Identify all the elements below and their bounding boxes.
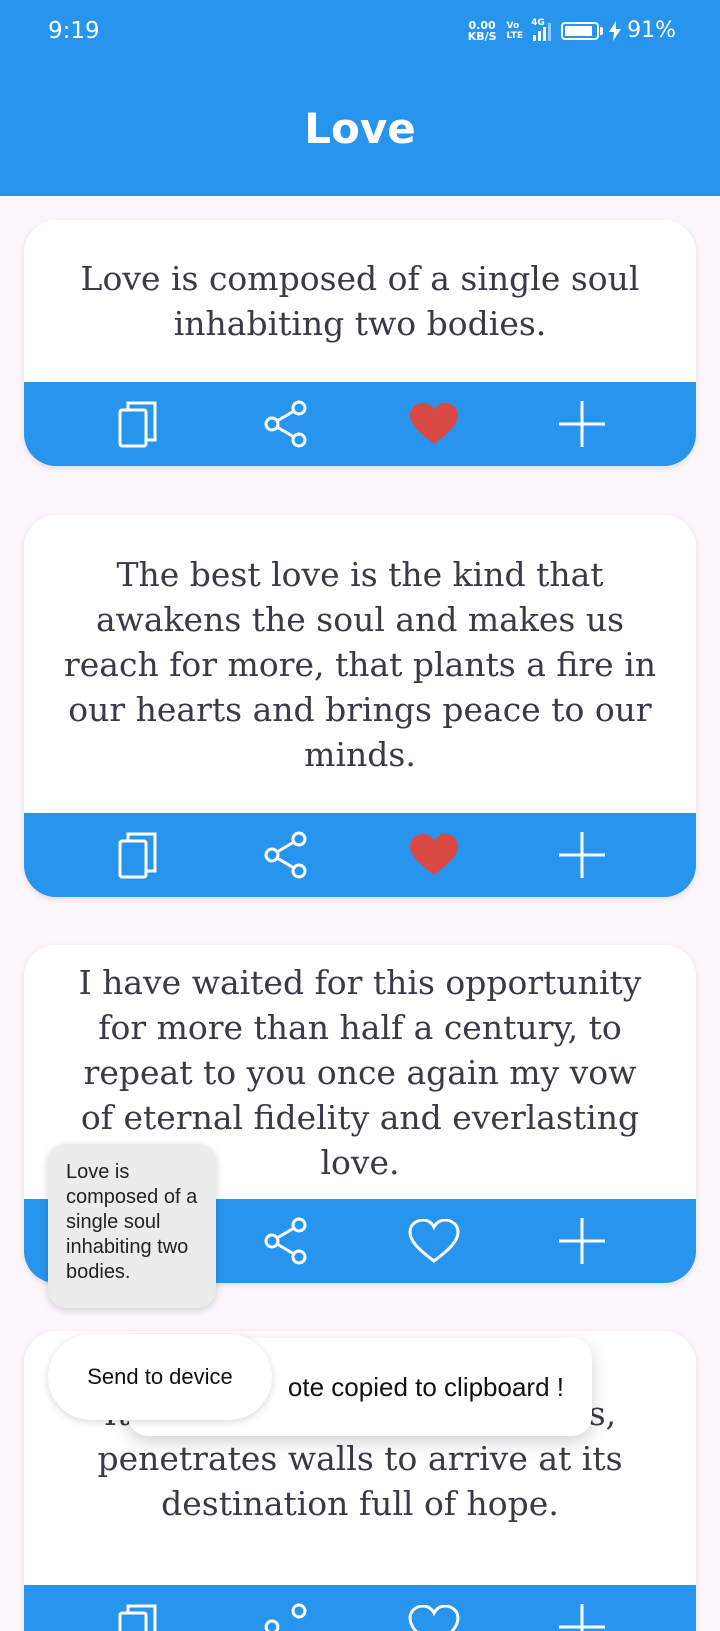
send-to-device-button[interactable]: Send to device [48, 1334, 272, 1420]
heart-outline-icon [408, 1605, 460, 1631]
plus-icon [559, 832, 605, 878]
plus-icon [559, 1604, 605, 1631]
copy-button[interactable] [104, 1593, 172, 1631]
plus-icon [559, 1218, 605, 1264]
add-button[interactable] [548, 390, 616, 458]
quote-text: The best love is the kind that awakens t… [64, 554, 657, 774]
volte-icon: Vo LTE [506, 20, 524, 41]
net-speed-indicator: 0.00 KB/S [467, 18, 497, 43]
page-title: Love [304, 104, 416, 153]
share-icon [264, 831, 307, 879]
quote-card: Love is composed of a single soul inhabi… [24, 220, 696, 466]
status-icons: 0.00 KB/S Vo LTE 4G 91% [467, 18, 676, 44]
plus-icon [559, 401, 605, 447]
quote-action-bar [24, 813, 696, 897]
app-bar: Love [0, 66, 720, 196]
status-time: 9:19 [48, 18, 100, 44]
quote-action-bar [24, 382, 696, 466]
add-button[interactable] [548, 821, 616, 889]
share-button[interactable] [252, 1593, 320, 1631]
copy-icon [118, 1604, 157, 1631]
quote-action-bar [24, 1585, 696, 1631]
favorite-button[interactable] [400, 1207, 468, 1275]
copy-button[interactable] [104, 821, 172, 889]
copy-icon [118, 832, 157, 879]
share-icon [264, 400, 307, 448]
add-button[interactable] [548, 1207, 616, 1275]
battery-percent: 91% [627, 18, 676, 43]
share-button[interactable] [252, 821, 320, 889]
status-bar: 9:19 0.00 KB/S Vo LTE 4G 91% [0, 0, 720, 66]
signal-icon: 4G [531, 18, 552, 41]
share-icon [264, 1217, 307, 1265]
favorite-button[interactable] [400, 1593, 468, 1631]
clipboard-preview-popup[interactable]: Love is composed of a single soul inhabi… [48, 1144, 216, 1308]
share-button[interactable] [252, 1207, 320, 1275]
battery-icon [561, 21, 600, 40]
copy-button[interactable] [104, 390, 172, 458]
add-button[interactable] [548, 1593, 616, 1631]
share-button[interactable] [252, 390, 320, 458]
quote-text: Love is composed of a single soul inhabi… [80, 259, 640, 343]
heart-icon [410, 834, 458, 875]
favorite-button[interactable] [400, 821, 468, 889]
charging-icon [609, 20, 622, 41]
quote-card: The best love is the kind that awakens t… [24, 515, 696, 897]
heart-outline-icon [408, 1219, 460, 1263]
battery-indicator: 91% [561, 18, 676, 43]
favorite-button[interactable] [400, 390, 468, 458]
copy-icon [118, 401, 157, 448]
share-icon [264, 1603, 307, 1631]
heart-icon [410, 403, 458, 444]
